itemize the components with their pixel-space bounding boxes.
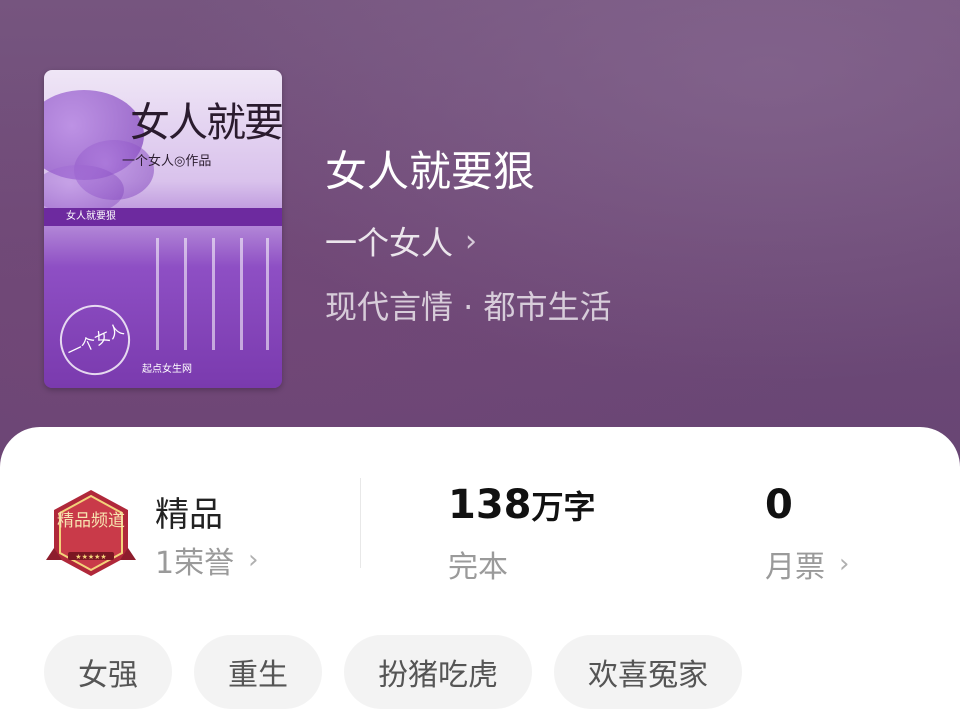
completion-status-text: 完本 xyxy=(448,550,508,585)
honor-link[interactable]: 1荣誉 › xyxy=(155,538,259,582)
cover-subtitle-art: 一个女人◎作品 xyxy=(122,154,212,169)
cover-seal: 一个女人 xyxy=(48,293,142,387)
monthly-ticket-link[interactable]: 月票 › xyxy=(765,542,849,586)
tag-chip[interactable]: 扮猪吃虎 xyxy=(344,635,532,709)
chevron-right-icon: › xyxy=(248,545,259,575)
author-link[interactable]: 一个女人 › xyxy=(325,218,477,264)
badge-text: 精品频道 xyxy=(57,511,125,531)
tag-chip[interactable]: 重生 xyxy=(194,635,322,709)
word-count: 138万字 xyxy=(448,482,596,528)
chevron-right-icon: › xyxy=(465,223,478,259)
monthly-ticket-count: 0 xyxy=(765,482,793,528)
cover-text-column xyxy=(266,238,269,350)
cover-text-column xyxy=(156,238,159,350)
cover-banner: 女人就要狠 xyxy=(44,208,282,226)
cover-text-column xyxy=(240,238,243,350)
honor-count: 1荣誉 xyxy=(155,546,235,581)
word-count-value: 138 xyxy=(448,482,532,528)
quality-label: 精品 xyxy=(155,495,223,535)
word-count-unit: 万字 xyxy=(531,488,596,526)
completion-status: 完本 xyxy=(448,542,508,586)
tag-chip[interactable]: 欢喜冤家 xyxy=(554,635,742,709)
stats-divider xyxy=(360,478,361,568)
monthly-ticket-value: 0 xyxy=(765,482,793,528)
chevron-right-icon: › xyxy=(839,549,850,579)
cover-publisher: 起点女生网 xyxy=(142,364,192,375)
book-genre: 现代言情 · 都市生活 xyxy=(325,288,612,326)
cover-title-art: 女人就要狠 xyxy=(130,100,282,146)
book-cover[interactable]: 女人就要狠 一个女人◎作品 女人就要狠 一个女人 起点女生网 xyxy=(44,70,282,388)
book-title: 女人就要狠 xyxy=(325,147,536,196)
quality-badge-icon[interactable]: 精品频道 ★★★★★ xyxy=(46,488,136,578)
svg-text:★★★★★: ★★★★★ xyxy=(75,553,106,561)
cover-text-column xyxy=(212,238,215,350)
cover-text-column xyxy=(184,238,187,350)
monthly-ticket-label: 月票 xyxy=(765,550,825,585)
author-name: 一个女人 xyxy=(325,224,454,262)
tag-list: 女强 重生 扮猪吃虎 欢喜冤家 xyxy=(44,635,742,709)
tag-chip[interactable]: 女强 xyxy=(44,635,172,709)
